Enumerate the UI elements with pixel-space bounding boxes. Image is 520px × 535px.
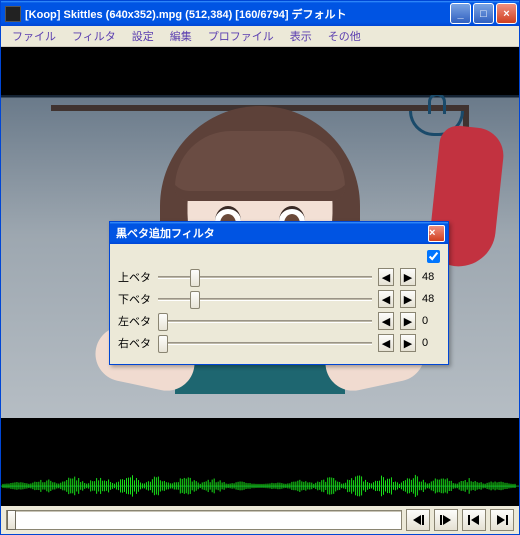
menu-view[interactable]: 表示	[283, 26, 319, 46]
label-left: 左ベタ	[118, 313, 152, 329]
step-forward-button[interactable]	[434, 509, 458, 531]
increment-left-button[interactable]: ▶	[400, 312, 416, 330]
minimize-button[interactable]: _	[450, 3, 471, 24]
value-bottom: 48	[422, 293, 440, 305]
triangle-left-icon: ◀	[382, 315, 390, 328]
decrement-top-button[interactable]: ◀	[378, 268, 394, 286]
slider-top[interactable]	[158, 267, 372, 287]
row-left-border: 左ベタ ◀ ▶ 0	[118, 310, 440, 332]
decrement-bottom-button[interactable]: ◀	[378, 290, 394, 308]
black-border-filter-dialog: 黒ベタ追加フィルタ × 上ベタ ◀ ▶ 48 下ベタ ◀ ▶ 48	[109, 221, 449, 365]
decrement-right-button[interactable]: ◀	[378, 334, 394, 352]
window-title: [Koop] Skittles (640x352).mpg (512,384) …	[25, 6, 450, 22]
label-bottom: 下ベタ	[118, 291, 152, 307]
increment-right-button[interactable]: ▶	[400, 334, 416, 352]
skip-end-icon	[495, 514, 509, 526]
step-back-button[interactable]	[406, 509, 430, 531]
close-button[interactable]: ×	[496, 3, 517, 24]
maximize-button[interactable]: □	[473, 3, 494, 24]
menu-filter[interactable]: フィルタ	[65, 26, 123, 46]
menu-profile[interactable]: プロファイル	[201, 26, 281, 46]
value-left: 0	[422, 315, 440, 327]
triangle-right-icon: ▶	[404, 293, 412, 306]
slider-bottom[interactable]	[158, 289, 372, 309]
triangle-right-icon: ▶	[404, 337, 412, 350]
row-top-border: 上ベタ ◀ ▶ 48	[118, 266, 440, 288]
label-top: 上ベタ	[118, 269, 152, 285]
slider-left[interactable]	[158, 311, 372, 331]
decrement-left-button[interactable]: ◀	[378, 312, 394, 330]
step-forward-icon	[439, 514, 453, 526]
maximize-icon: □	[480, 8, 487, 20]
row-bottom-border: 下ベタ ◀ ▶ 48	[118, 288, 440, 310]
triangle-left-icon: ◀	[382, 337, 390, 350]
triangle-left-icon: ◀	[382, 271, 390, 284]
triangle-left-icon: ◀	[382, 293, 390, 306]
increment-top-button[interactable]: ▶	[400, 268, 416, 286]
triangle-right-icon: ▶	[404, 271, 412, 284]
value-top: 48	[422, 271, 440, 283]
row-right-border: 右ベタ ◀ ▶ 0	[118, 332, 440, 354]
increment-bottom-button[interactable]: ▶	[400, 290, 416, 308]
menu-edit[interactable]: 編集	[163, 26, 199, 46]
skip-start-icon	[467, 514, 481, 526]
step-back-icon	[411, 514, 425, 526]
audio-waveform[interactable]	[1, 466, 519, 506]
minimize-icon: _	[457, 8, 463, 20]
label-right: 右ベタ	[118, 335, 152, 351]
video-preview[interactable]: 黒ベタ追加フィルタ × 上ベタ ◀ ▶ 48 下ベタ ◀ ▶ 48	[1, 47, 519, 466]
dialog-close-button[interactable]: ×	[428, 225, 445, 242]
menu-other[interactable]: その他	[321, 26, 368, 46]
waveform-graphic	[1, 466, 519, 506]
dialog-title: 黒ベタ追加フィルタ	[116, 225, 428, 241]
prev-marker-button[interactable]	[462, 509, 486, 531]
app-icon	[5, 6, 21, 22]
value-right: 0	[422, 337, 440, 349]
seek-slider[interactable]	[6, 510, 402, 530]
close-icon: ×	[503, 8, 509, 20]
menubar: ファイル フィルタ 設定 編集 プロファイル 表示 その他	[1, 26, 519, 47]
close-icon: ×	[429, 227, 444, 239]
menu-settings[interactable]: 設定	[125, 26, 161, 46]
triangle-right-icon: ▶	[404, 315, 412, 328]
next-marker-button[interactable]	[490, 509, 514, 531]
transport-bar	[1, 506, 519, 534]
dialog-titlebar[interactable]: 黒ベタ追加フィルタ ×	[110, 222, 448, 244]
main-window: [Koop] Skittles (640x352).mpg (512,384) …	[0, 0, 520, 535]
titlebar[interactable]: [Koop] Skittles (640x352).mpg (512,384) …	[1, 1, 519, 26]
slider-right[interactable]	[158, 333, 372, 353]
menu-file[interactable]: ファイル	[5, 26, 63, 46]
dialog-enable-checkbox[interactable]	[427, 250, 440, 263]
